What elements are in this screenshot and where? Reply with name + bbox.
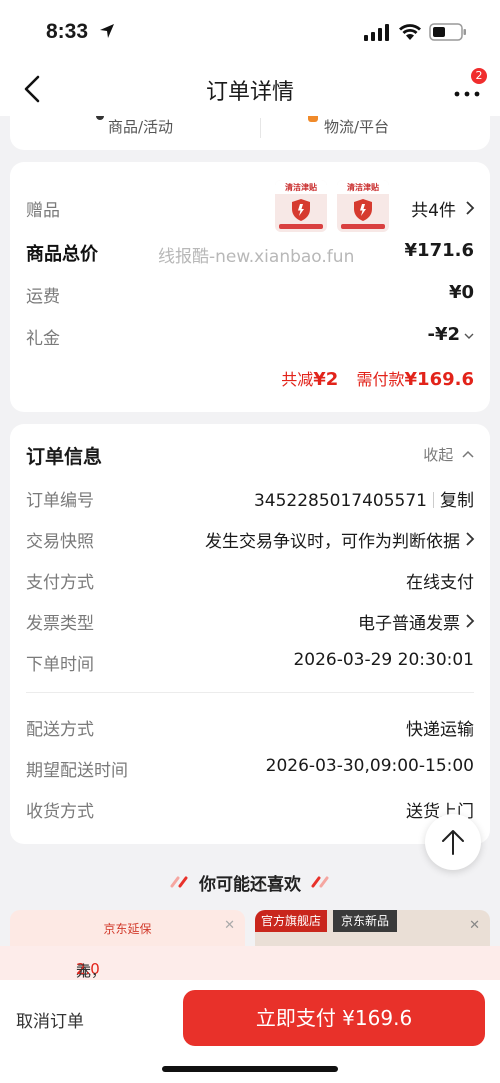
shield-icon (354, 199, 372, 221)
close-icon[interactable]: ✕ (224, 918, 235, 933)
location-arrow-icon (100, 24, 114, 38)
chevron-right-icon[interactable] (464, 613, 476, 629)
order-time-label: 下单时间 (26, 655, 94, 675)
invoice-type-value[interactable]: 电子普通发票 (358, 609, 460, 634)
recommend-card-label: 京东延保 (103, 922, 152, 936)
close-icon[interactable]: ✕ (469, 918, 480, 933)
order-number-row: 3452285017405571 复制 (254, 486, 474, 511)
divider (26, 692, 474, 693)
giftcard-value[interactable]: -¥2 (427, 324, 460, 345)
total-label: 商品总价 (26, 244, 98, 265)
arrow-up-icon (442, 830, 464, 855)
giftcard-label: 礼金 (26, 329, 60, 349)
order-time-value: 2026-03-29 20:30:01 (293, 650, 474, 670)
payable-summary: 共减¥2 需付款¥169.6 (281, 366, 474, 390)
page-title: 订单详情 (205, 80, 294, 105)
chevron-down-icon[interactable] (464, 332, 474, 340)
expected-delivery-label: 期望配送时间 (26, 761, 128, 781)
divider (260, 118, 261, 138)
shipping-label: 运费 (26, 287, 60, 307)
giftcard-notice: 本单已享礼金减2.0元，快去支付吧~ (0, 946, 500, 1083)
payable-label: 需付款 (356, 370, 405, 389)
gift-label: 赠品 (26, 201, 60, 221)
wifi-icon (399, 24, 421, 40)
delivery-method-label: 配送方式 (26, 720, 94, 740)
status-time: 8:33 (46, 20, 89, 43)
scroll-to-top-button[interactable] (425, 814, 481, 870)
service-strip: 商品/活动 物流/平台 (10, 116, 490, 150)
invoice-type-label: 发票类型 (26, 614, 94, 634)
snapshot-label: 交易快照 (26, 532, 94, 552)
order-info-card: 订单信息 收起 订单编号 3452285017405571 复制 交易快照 发生交… (10, 424, 490, 844)
home-indicator (162, 1066, 338, 1072)
price-summary-card: 赠品 清洁津贴 清洁津贴 共4件 商品总价 线报酷-new.xianbao.fu… (10, 162, 490, 412)
discount-value: ¥2 (313, 369, 339, 390)
gift-thumb-text: 清洁津贴 (347, 183, 379, 192)
gift-thumbnail[interactable]: 清洁津贴 (275, 180, 327, 232)
snapshot-value[interactable]: 发生交易争议时，可作为判断依据 (205, 527, 460, 552)
total-value: ¥171.6 (404, 240, 474, 261)
decoration-icon (311, 876, 329, 888)
cancel-order-button[interactable]: 取消订单 (16, 1007, 84, 1032)
product-activity-label[interactable]: 商品/活动 (108, 116, 173, 137)
cellular-signal-icon (364, 24, 389, 41)
recommend-title: 你可能还喜欢 (199, 875, 301, 895)
notification-badge: 2 (471, 68, 487, 84)
status-bar: 8:33 (0, 0, 500, 62)
receive-method-label: 收货方式 (26, 802, 94, 822)
logistics-platform-label[interactable]: 物流/平台 (324, 116, 389, 137)
payable-value: ¥169.6 (404, 369, 474, 390)
expected-delivery-value: 2026-03-30,09:00-15:00 (265, 756, 474, 776)
delivery-method-value: 快递运输 (406, 720, 474, 740)
discount-label: 共减 (281, 370, 314, 389)
gift-thumbnail[interactable]: 清洁津贴 (337, 180, 389, 232)
gift-thumb-text: 清洁津贴 (285, 183, 317, 192)
chevron-right-icon[interactable] (464, 200, 476, 216)
order-number-label: 订单编号 (26, 491, 94, 511)
shipping-value: ¥0 (448, 282, 474, 303)
chevron-up-icon (462, 450, 474, 458)
order-number-value: 3452285017405571 (253, 491, 427, 511)
collapse-toggle[interactable]: 收起 (423, 444, 474, 465)
payment-method-value: 在线支付 (406, 573, 474, 593)
pay-now-button[interactable]: 立即支付 ¥169.6 (183, 990, 485, 1046)
gift-count[interactable]: 共4件 (411, 196, 456, 221)
nav-bar: 订单详情 (0, 62, 500, 116)
shield-icon (292, 199, 310, 221)
new-product-tag: 京东新品 (333, 910, 398, 932)
logistics-icon (308, 116, 318, 122)
flagship-store-tag: 官方旗舰店 (255, 910, 328, 932)
product-icon (96, 116, 104, 120)
watermark-text: 线报酷-new.xianbao.fun (158, 247, 355, 267)
copy-button[interactable]: 复制 (440, 491, 474, 511)
chevron-right-icon[interactable] (464, 531, 476, 547)
payment-method-label: 支付方式 (26, 573, 94, 593)
collapse-label: 收起 (423, 446, 454, 464)
order-info-title: 订单信息 (26, 446, 103, 468)
battery-icon (429, 23, 466, 41)
